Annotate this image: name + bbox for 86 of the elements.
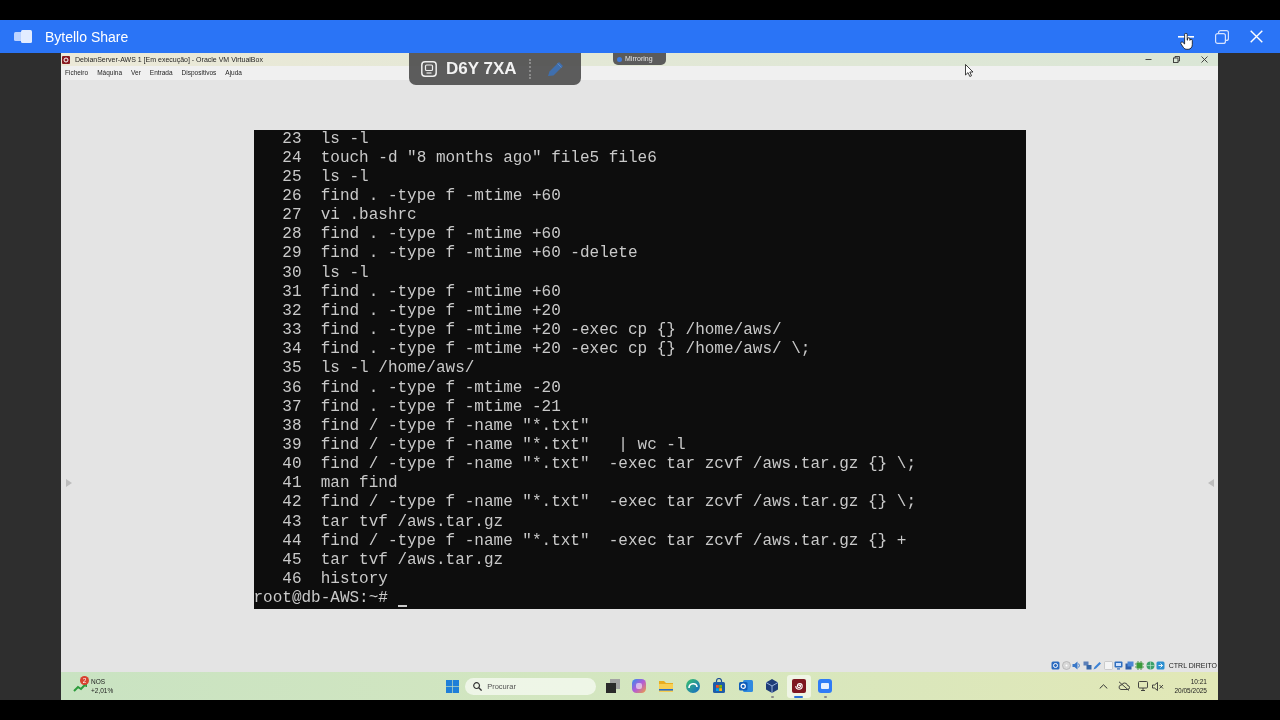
history-number: 45 [282,550,302,571]
history-number: 33 [282,321,302,341]
window-title: Bytello Share [45,28,129,45]
ring-tile-icon [62,55,70,64]
history-command: ls -l [320,263,369,283]
history-command: ls -l /home/aws/ [320,359,475,379]
minimize-icon[interactable] [1145,56,1152,63]
screens-icon [14,30,32,43]
folder-icon [657,678,674,694]
search-icon [473,681,483,691]
history-command: find . -type f -mtime +60 -delete [320,244,638,264]
screen-tile-icon [817,678,834,694]
history-number: 35 [282,359,302,379]
history-number: 37 [282,397,302,417]
chevron-up-icon[interactable] [1099,683,1109,689]
mail-icon [737,678,754,694]
pen-icon[interactable] [1093,660,1103,670]
history-command: find . -type f -mtime +60 [320,282,561,302]
history-command: find . -type f -mtime +20 -exec cp {} /home/aws/ [320,321,782,341]
text-cursor-icon [397,605,408,608]
history-command: vi .bashrc [320,206,417,226]
crossed-cloud-icon[interactable] [1118,681,1131,691]
history-number: 36 [282,378,302,398]
arrow-cursor-icon [965,64,974,77]
history-number: 34 [282,340,302,360]
history-command: find / -type f -name "*.txt" -exec tar zcvf /aws.tar.gz {} \; [320,455,916,475]
history-command: tar tvf /aws.tar.gz [320,512,504,532]
history-number: 44 [282,531,302,551]
gradient-tile-icon [631,678,648,694]
history-command: find / -type f -name "*.txt" | wc -l [320,436,686,456]
dot-icon [617,56,622,62]
history-command: man find [320,474,398,494]
shell-prompt: root@db-AWS:~# [253,589,388,609]
stacked-squares-icon [604,678,621,694]
history-command: find / -type f -name "*.txt" [320,416,590,436]
restore-icon[interactable] [1173,56,1180,63]
network-icon[interactable] [1082,660,1092,670]
history-number: 30 [282,263,302,283]
history-number: 28 [282,225,302,245]
history-number: 40 [282,455,302,475]
history-number: 38 [282,416,302,436]
shopping-bag-icon [711,678,728,694]
history-command: touch -d "8 months ago" file5 file6 [320,148,657,168]
hand-cursor-icon [1180,33,1193,50]
history-command: find . -type f -mtime +20 -exec cp {} /home/aws/ \; [320,340,811,360]
arc-circle-icon [684,678,701,694]
history-command: find / -type f -name "*.txt" -exec tar zcvf /aws.tar.gz {} \; [320,493,916,513]
history-number: 27 [282,206,302,226]
share-code: D6Y 7XA [446,59,517,79]
history-command: find . -type f -mtime +60 [320,225,561,245]
monitor-icon[interactable] [1138,681,1150,691]
monitor-icon[interactable] [1114,660,1124,670]
history-command: tar tvf /aws.tar.gz [320,550,504,571]
history-command: find . -type f -mtime +20 [320,301,561,322]
history-number: 32 [282,301,302,322]
arrow-square-icon[interactable] [1156,660,1166,670]
globe-icon[interactable] [1145,660,1155,670]
history-number: 23 [282,129,302,149]
history-command: history [320,570,388,590]
screen-icon [421,61,437,77]
close-icon[interactable] [1201,56,1208,63]
cube-icon [764,678,781,694]
chip-icon[interactable] [1135,660,1145,670]
disk-icon[interactable] [1051,660,1061,670]
history-number: 25 [282,167,302,187]
history-command: ls -l [320,129,369,149]
history-number: 39 [282,436,302,456]
spiral-tile-icon [790,678,807,694]
history-number: 41 [282,474,302,494]
history-number: 26 [282,186,302,207]
four-squares-icon[interactable] [445,679,459,693]
muted-speaker-icon[interactable] [1152,681,1165,691]
history-command: find . -type f -mtime +60 [320,186,561,207]
history-number: 29 [282,244,302,264]
history-command: find . -type f -mtime -20 [320,378,561,398]
history-command: find / -type f -name "*.txt" -exec tar zcvf /aws.tar.gz {} + [320,531,907,551]
history-number: 46 [282,570,302,590]
history-number: 42 [282,493,302,513]
taskbar-app-button[interactable] [786,674,811,698]
history-number: 43 [282,512,302,532]
history-command: find . -type f -mtime -21 [320,397,561,417]
stacked-screens-icon[interactable] [1124,660,1134,670]
history-command: ls -l [320,167,369,187]
history-number: 24 [282,148,302,168]
history-number: 31 [282,282,302,302]
speaker-icon[interactable] [1072,660,1082,670]
